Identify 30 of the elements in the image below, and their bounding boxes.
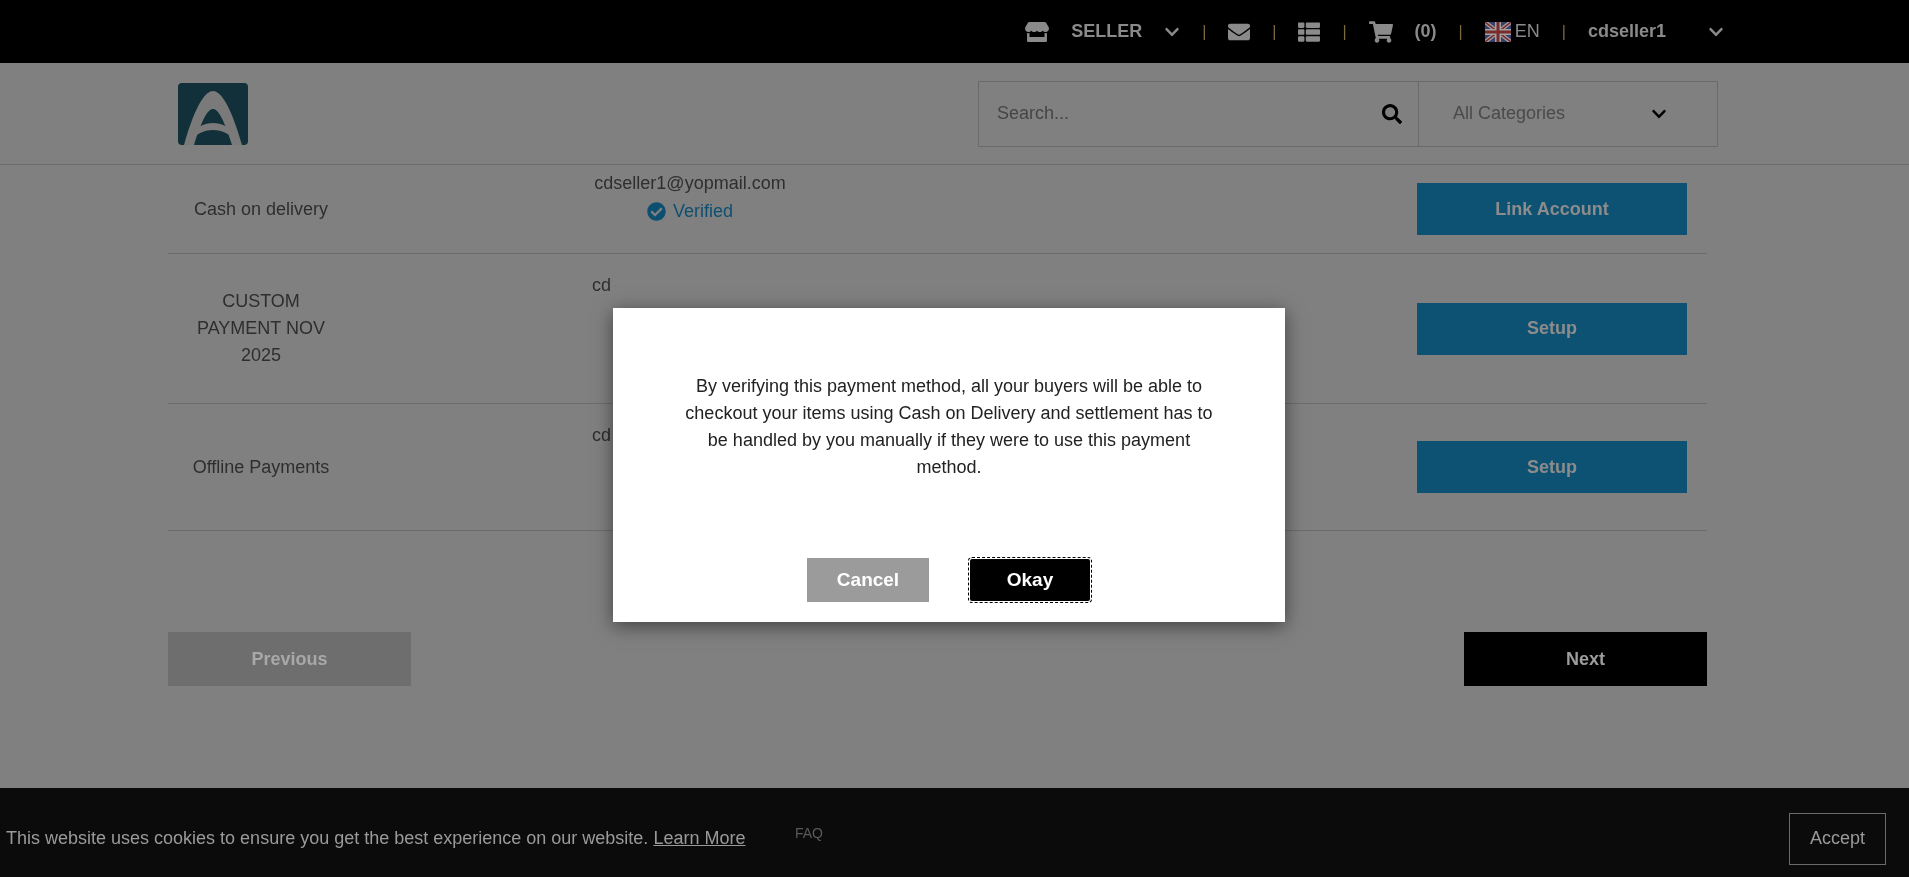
verified-status: Verified <box>672 201 733 222</box>
language-label[interactable]: EN <box>1514 21 1540 42</box>
method-name: Offline Payments <box>192 455 330 479</box>
search-icon[interactable] <box>1382 103 1402 124</box>
cart-icon[interactable] <box>1368 19 1393 44</box>
store-icon[interactable] <box>1025 19 1050 44</box>
cart-count: (0) <box>1414 21 1437 42</box>
username-label[interactable]: cdseller1 <box>1587 21 1666 42</box>
separator: | <box>1458 22 1463 41</box>
role-label[interactable]: SELLER <box>1071 21 1143 42</box>
next-button[interactable]: Next <box>1464 632 1707 686</box>
separator: | <box>1202 22 1207 41</box>
dialog-message: By verifying this payment method, all your buyers will be able to checkout your items using Cash on Delivery and settlement has to be handled by you manually if they were to use this payment method. <box>684 375 1214 479</box>
separator: | <box>1561 22 1566 41</box>
method-name: CUSTOM PAYMENT NOV 2025 <box>196 290 326 367</box>
email-text: cd <box>592 424 611 447</box>
learn-more-link[interactable]: Learn More <box>653 828 746 848</box>
email-text: cd <box>592 274 611 297</box>
search-input[interactable]: Search... <box>995 102 1335 125</box>
search-field[interactable]: Search... <box>979 81 1419 146</box>
flag-icon <box>1484 21 1511 42</box>
list-icon[interactable] <box>1298 20 1321 43</box>
logo-icon <box>178 82 248 145</box>
separator: | <box>1272 22 1277 41</box>
method-name: Cash on delivery <box>193 197 329 221</box>
accept-button[interactable]: Accept <box>1788 812 1886 865</box>
okay-button[interactable]: Okay <box>969 558 1091 602</box>
separator: | <box>1342 22 1347 41</box>
email-text: cdseller1@yopmail.com <box>594 172 786 195</box>
cookie-message: This website uses cookies to ensure you get the best experience on our website. Learn More <box>6 828 746 849</box>
